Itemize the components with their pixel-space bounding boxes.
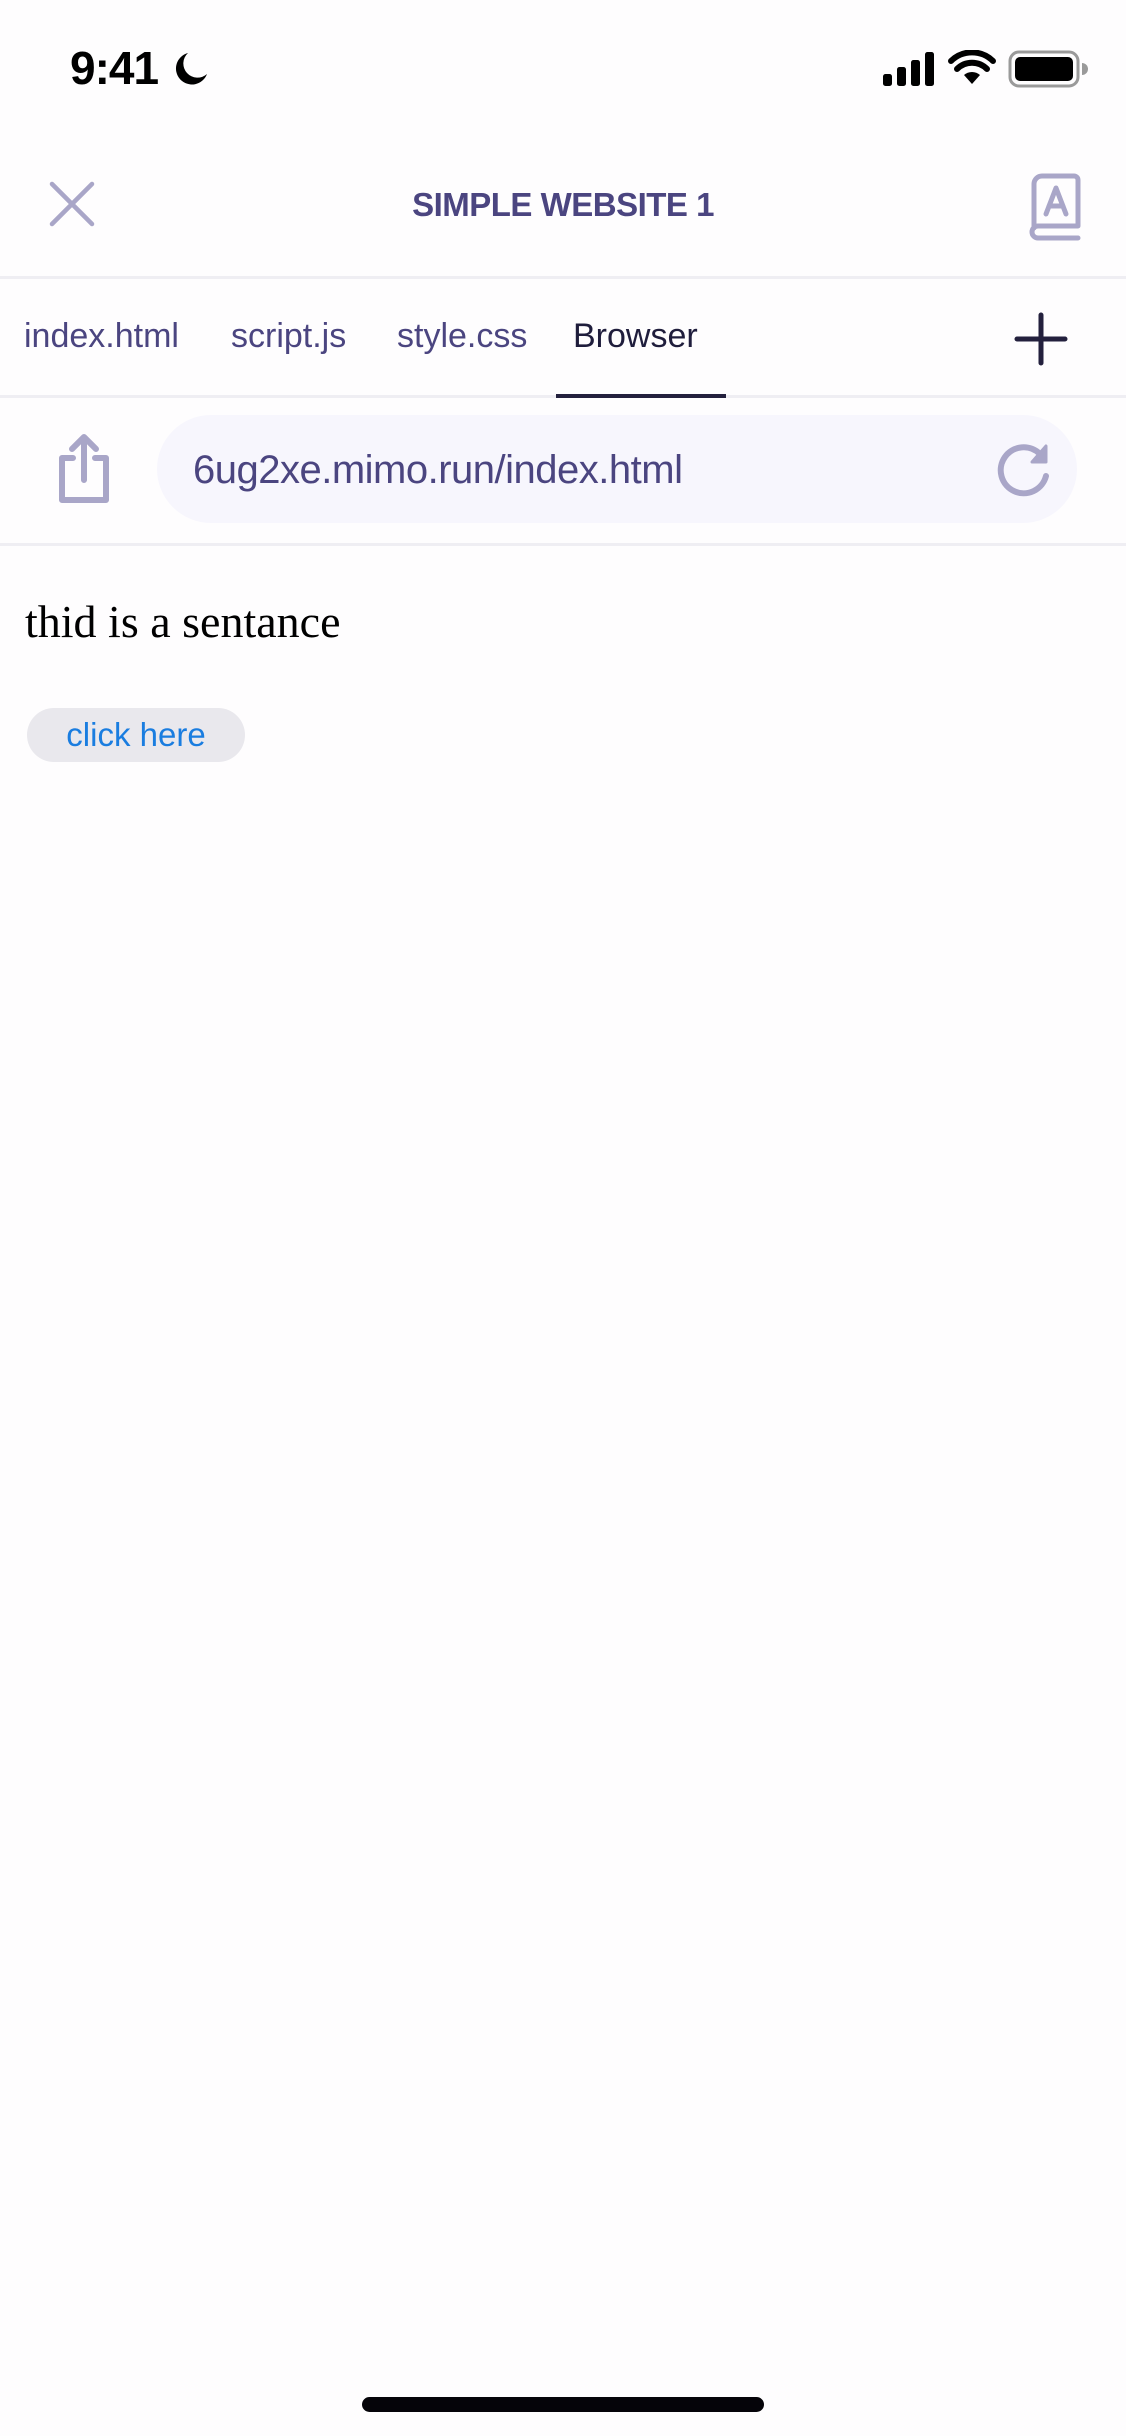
plus-icon[interactable] xyxy=(1014,312,1068,366)
share-icon[interactable] xyxy=(56,432,112,504)
home-indicator[interactable] xyxy=(362,2397,764,2412)
tab-index-html[interactable]: index.html xyxy=(24,314,179,358)
active-tab-indicator xyxy=(556,394,726,398)
book-icon[interactable] xyxy=(1026,172,1082,242)
url-text[interactable]: 6ug2xe.mimo.run/index.html xyxy=(193,446,683,494)
tab-script-js[interactable]: script.js xyxy=(231,314,346,358)
header-divider xyxy=(0,276,1126,279)
moon-icon xyxy=(175,53,207,85)
reload-icon[interactable] xyxy=(994,440,1056,502)
click-here-button[interactable]: click here xyxy=(27,708,245,762)
page-title: SIMPLE WEBSITE 1 xyxy=(412,186,714,223)
wifi-icon xyxy=(948,50,996,84)
tab-style-css[interactable]: style.css xyxy=(397,314,527,358)
page-sentence: thid is a sentance xyxy=(25,596,341,647)
status-time: 9:41 xyxy=(70,42,159,94)
tab-browser[interactable]: Browser xyxy=(573,314,698,358)
cellular-signal-icon xyxy=(883,52,934,86)
battery-icon xyxy=(1008,50,1088,88)
urlbar-divider xyxy=(0,543,1126,546)
